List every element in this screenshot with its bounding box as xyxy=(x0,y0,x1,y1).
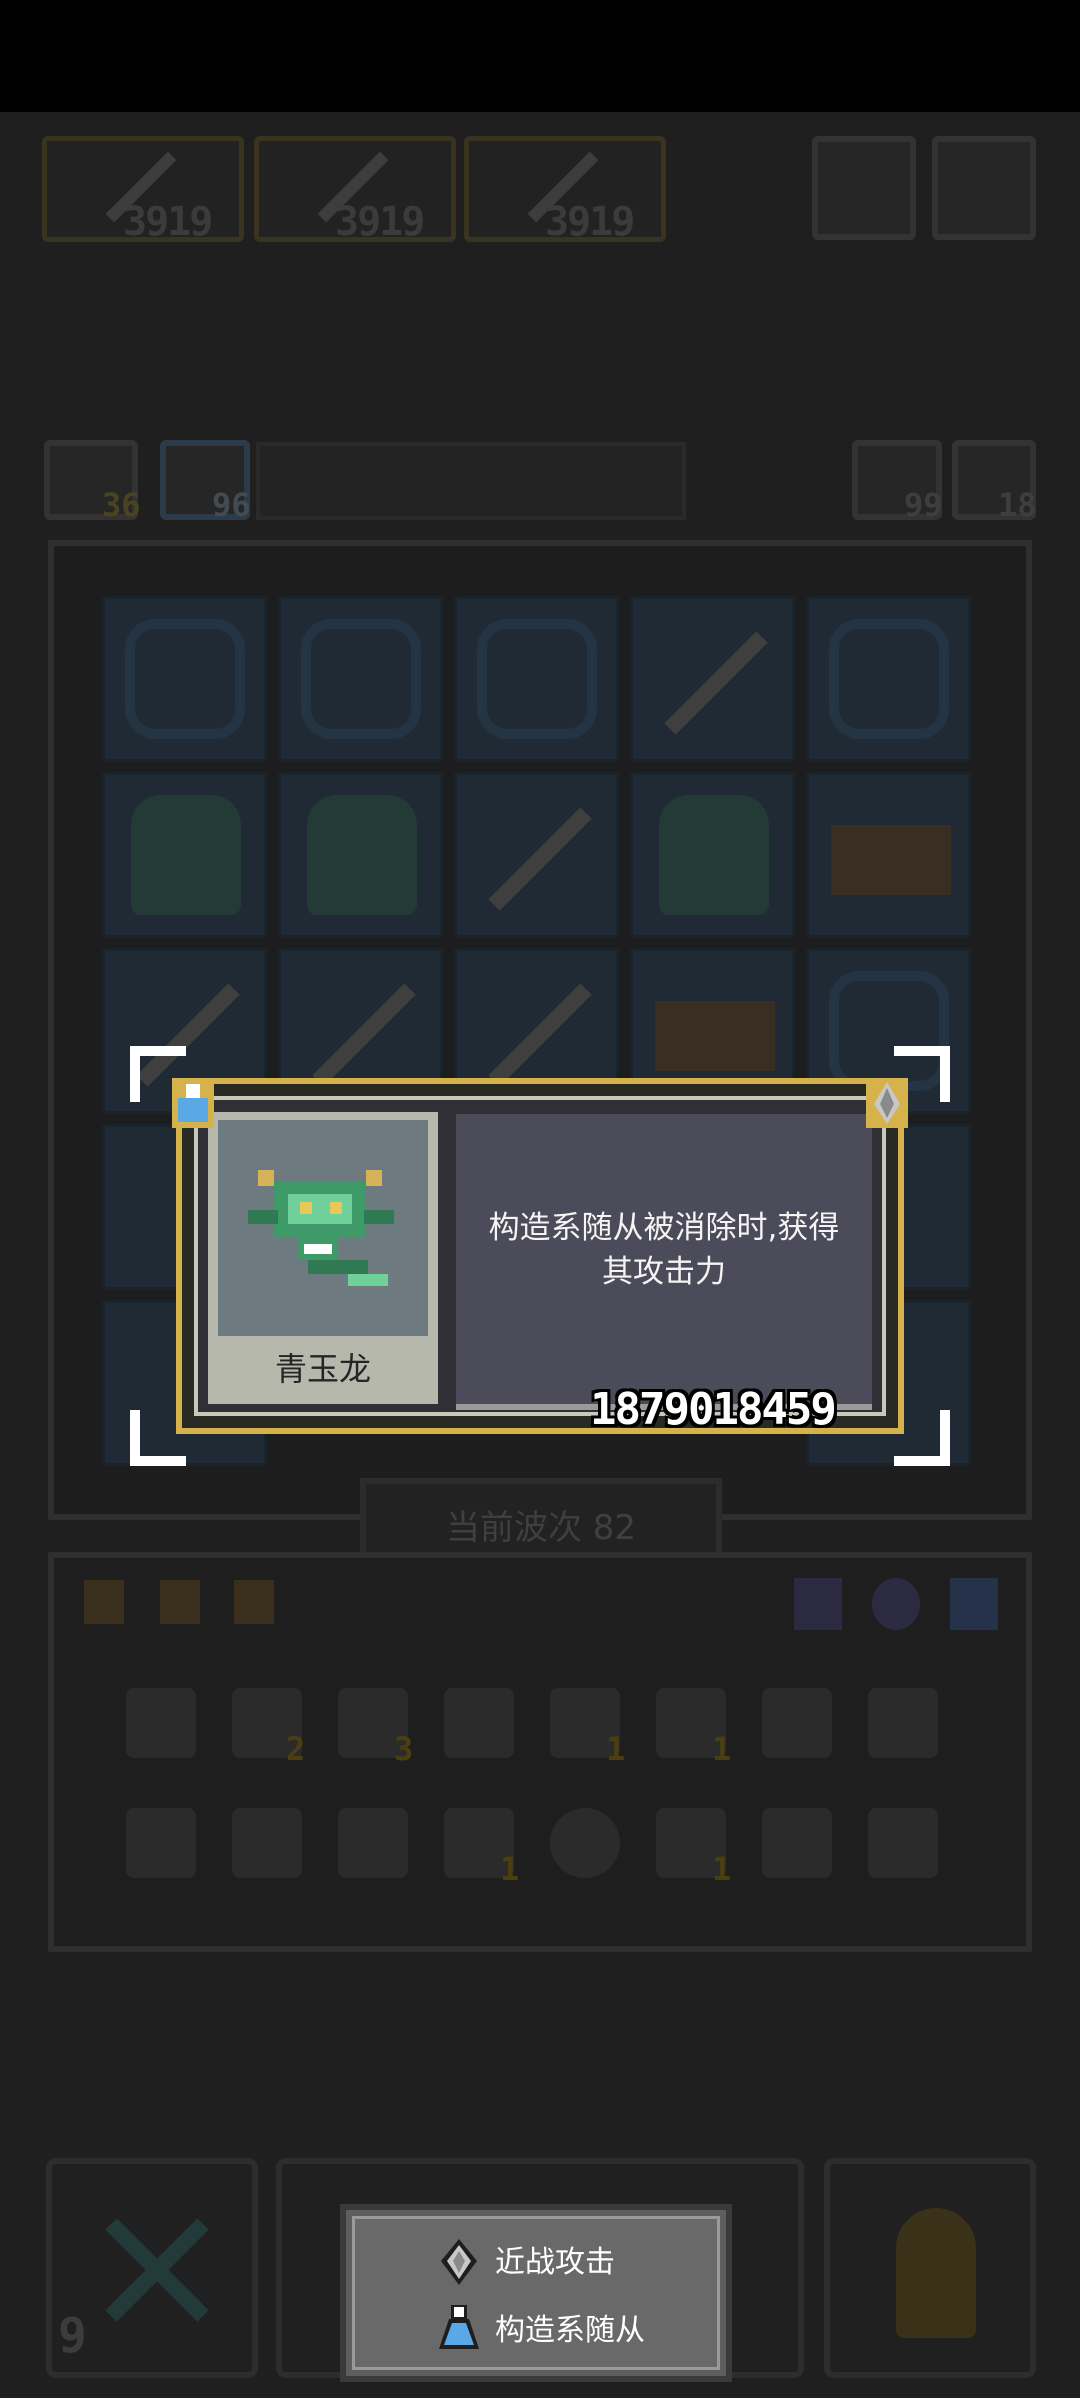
flask-icon xyxy=(172,1078,214,1128)
board-cell[interactable] xyxy=(278,772,443,938)
item-count-badge: 3 xyxy=(394,1730,414,1768)
spearhead-icon xyxy=(866,1078,908,1128)
progress-bar xyxy=(256,442,686,520)
key-counter[interactable]: 18 xyxy=(952,440,1037,524)
empty-slot-icon xyxy=(301,619,421,739)
unit-card[interactable]: 青玉龙 构造系随从被消除时,获得 其攻击力 xyxy=(176,1078,904,1434)
weapon-slot-value: 3919 xyxy=(123,199,213,245)
board-cell[interactable] xyxy=(806,772,971,938)
weapon-slot-1[interactable]: 3919 xyxy=(42,136,244,245)
hand-icon[interactable] xyxy=(126,1808,196,1878)
sword-icon xyxy=(312,983,416,1087)
stick-icon[interactable] xyxy=(232,1808,302,1878)
empty-slot-icon xyxy=(477,619,597,739)
unit-description-panel: 构造系随从被消除时,获得 其攻击力 xyxy=(456,1114,872,1410)
deck-card-icon xyxy=(160,1580,200,1624)
board-cell[interactable] xyxy=(102,772,267,938)
unit-description: 构造系随从被消除时,获得 其攻击力 xyxy=(456,1206,872,1294)
undo-counter[interactable]: 99 xyxy=(852,440,943,524)
table-icon[interactable] xyxy=(762,1808,832,1878)
board-cell[interactable] xyxy=(102,596,267,762)
tooltip-construct-label: 构造系随从 xyxy=(495,2313,645,2348)
settings-button[interactable] xyxy=(932,136,1036,240)
description-line-1: 构造系随从被消除时,获得 xyxy=(488,1210,840,1246)
item-count-badge: 1 xyxy=(712,1850,732,1888)
board-cell[interactable] xyxy=(454,596,619,762)
item-count-badge: 1 xyxy=(500,1850,520,1888)
portrait-bg xyxy=(218,1120,428,1336)
pawn-icon xyxy=(896,2208,976,2338)
board-cell[interactable] xyxy=(630,772,795,938)
deck-card-icon xyxy=(234,1580,274,1624)
unit-card-inner: 青玉龙 构造系随从被消除时,获得 其攻击力 xyxy=(194,1096,886,1416)
board-cell[interactable] xyxy=(454,772,619,938)
compass-icon[interactable] xyxy=(550,1808,620,1878)
chest-icon xyxy=(831,825,951,895)
weapon-slot-value: 3919 xyxy=(335,199,425,245)
flask-icon xyxy=(439,2305,479,2349)
empty-slot-icon xyxy=(125,619,245,739)
board-cell[interactable] xyxy=(278,596,443,762)
reroll-count: 36 xyxy=(102,486,141,524)
shirt-icon[interactable] xyxy=(950,1578,998,1630)
status-bar xyxy=(0,0,1080,112)
ogre-icon xyxy=(659,795,769,915)
tooltip-melee-label: 近战攻击 xyxy=(495,2245,615,2280)
upgrade-counter[interactable]: 96 xyxy=(160,440,251,524)
sword-icon xyxy=(488,807,592,911)
portrait-icon[interactable] xyxy=(762,1688,832,1758)
item-count-badge: 1 xyxy=(712,1730,732,1768)
deck-card-icon xyxy=(84,1580,124,1624)
ogre-icon xyxy=(307,795,417,915)
ring-icon[interactable] xyxy=(872,1578,920,1630)
weapon-slot-value: 3919 xyxy=(545,199,635,245)
key-count: 18 xyxy=(998,486,1037,524)
board-cell[interactable] xyxy=(806,596,971,762)
item-count-badge: 1 xyxy=(606,1730,626,1768)
item-count-badge: 2 xyxy=(286,1730,306,1768)
inventory-panel: 2 3 1 1 1 1 xyxy=(48,1552,1032,1952)
crossed-swords-icon[interactable] xyxy=(868,1688,938,1758)
book-icon[interactable] xyxy=(444,1688,514,1758)
upgrade-count: 96 xyxy=(212,486,251,524)
tag-tooltip-inner: 近战攻击 构造系随从 xyxy=(352,2216,720,2370)
mask-icon[interactable] xyxy=(794,1578,842,1630)
sword-icon xyxy=(664,631,768,735)
undo-count: 99 xyxy=(904,486,943,524)
board-cell[interactable] xyxy=(630,596,795,762)
unit-name: 青玉龙 xyxy=(274,1350,371,1388)
sword-icon xyxy=(488,983,592,1087)
tag-tooltip: 近战攻击 构造系随从 xyxy=(340,2204,732,2382)
weapon-slot-2[interactable]: 3919 xyxy=(254,136,456,245)
map-icon[interactable] xyxy=(126,1688,196,1758)
ship-icon[interactable] xyxy=(338,1808,408,1878)
hut-icon xyxy=(655,1001,775,1071)
description-line-2: 其攻击力 xyxy=(602,1254,726,1290)
empty-slot-icon xyxy=(829,619,949,739)
portrait-frame: 青玉龙 xyxy=(208,1112,438,1404)
unit-power-value: 1879018459 xyxy=(590,1384,837,1435)
dragon-icon xyxy=(131,795,241,915)
pawn-button[interactable] xyxy=(824,2158,1036,2378)
discard-button[interactable]: 9 xyxy=(46,2158,258,2378)
help-button[interactable] xyxy=(812,136,916,240)
reroll-counter[interactable]: 36 xyxy=(44,440,141,524)
jade-dragon-icon xyxy=(248,1170,394,1286)
spearhead-icon xyxy=(441,2239,477,2285)
weapon-slot-3[interactable]: 3919 xyxy=(464,136,666,245)
discard-count: 9 xyxy=(58,2308,87,2364)
finger-icon[interactable] xyxy=(868,1808,938,1878)
